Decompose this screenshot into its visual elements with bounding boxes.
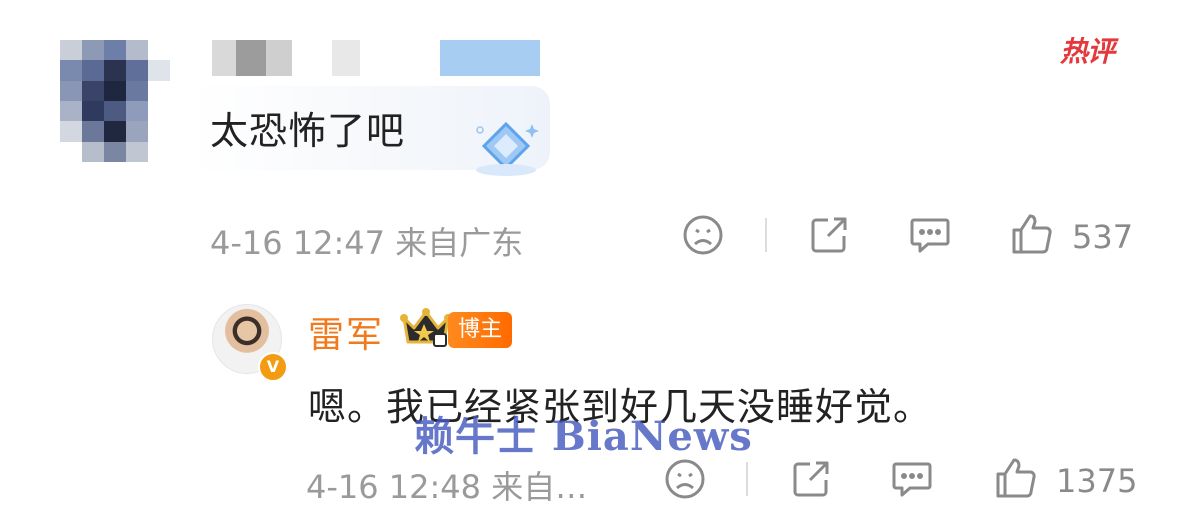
action-divider: [746, 462, 748, 496]
crown-icon: [398, 306, 454, 350]
action-divider: [765, 218, 767, 252]
comment-icon[interactable]: [890, 458, 934, 504]
hot-comment-badge: 热评: [1060, 35, 1115, 68]
reply-author-name[interactable]: 雷军: [308, 306, 384, 358]
share-icon[interactable]: [808, 214, 850, 260]
thumbs-up-icon[interactable]: [994, 456, 1038, 504]
share-icon[interactable]: [790, 458, 832, 504]
commenter-name-blurred[interactable]: [212, 40, 540, 76]
comment-date-day: 4-16: [210, 224, 283, 262]
sad-face-icon[interactable]: [664, 458, 706, 504]
thumbs-up-icon[interactable]: [1010, 212, 1054, 260]
watermark: 赖牛士 BiaNews: [414, 413, 753, 460]
comment-icon[interactable]: [908, 214, 952, 260]
reply-date-day: 4-16: [306, 468, 379, 506]
verified-badge-icon: V: [258, 352, 288, 382]
comment-text: 太恐怖了吧: [210, 109, 406, 153]
comment-date: 4-16 12:47 来自广东: [210, 218, 523, 264]
reply-location: 来自…: [491, 468, 588, 506]
comment-date-time: 12:47: [292, 224, 386, 262]
reply-like-count: 1375: [1056, 462, 1138, 500]
commenter-avatar-blurred[interactable]: [60, 40, 170, 162]
comment-location: 来自广东: [395, 224, 524, 262]
blogger-tag: 博主: [448, 312, 513, 348]
sad-face-icon[interactable]: [682, 214, 724, 260]
reply-date: 4-16 12:48 来自…: [306, 462, 587, 508]
reply-date-time: 12:48: [388, 468, 482, 506]
comment-like-count: 537: [1072, 218, 1134, 256]
diamond-icon: [470, 118, 542, 178]
